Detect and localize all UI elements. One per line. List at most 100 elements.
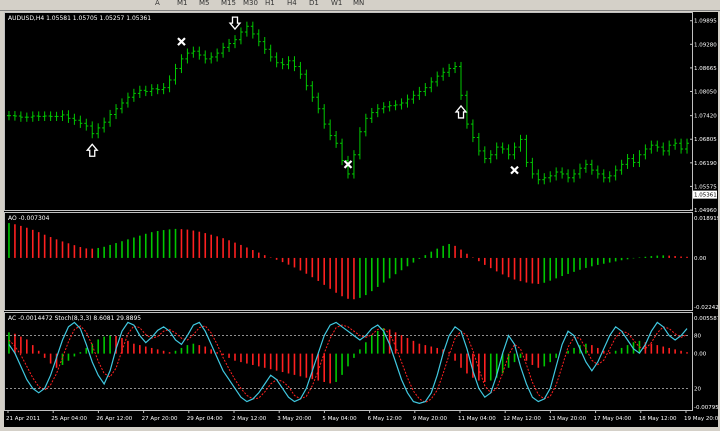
price-bar — [577, 163, 582, 179]
chart-window[interactable]: AUDUSD,H4 1.05581 1.05705 1.05257 1.0536… — [4, 12, 720, 427]
price-bar — [322, 104, 327, 129]
time-label: 3 May 20:00 — [277, 416, 312, 422]
price-bar — [453, 61, 458, 74]
price-bar — [149, 84, 154, 97]
price-bar — [262, 37, 267, 54]
sell-arrow-icon — [228, 16, 242, 31]
price-bar — [340, 138, 345, 166]
price-label: 1.04960 — [694, 208, 717, 214]
price-bar — [72, 113, 77, 125]
price-bar — [102, 117, 107, 133]
price-bar — [506, 144, 511, 160]
price-bar — [24, 112, 29, 122]
ao-scale: 0.018919 0.00 -0.022424 — [694, 216, 720, 311]
price-bar — [363, 113, 368, 137]
price-bar — [6, 111, 11, 121]
ac-histogram — [8, 328, 688, 384]
time-label: 26 Apr 12:00 — [96, 416, 132, 422]
price-bar — [613, 165, 618, 181]
price-bar — [417, 86, 422, 100]
price-bar — [268, 44, 273, 62]
price-bar — [459, 61, 464, 100]
price-bar — [482, 146, 487, 164]
price-bar — [167, 75, 172, 93]
price-bar — [554, 167, 559, 181]
price-bar — [679, 138, 684, 154]
timeframe-button[interactable]: MN — [353, 0, 364, 7]
timeframe-button[interactable]: M5 — [199, 0, 210, 7]
price-bar — [548, 171, 553, 183]
price-bar — [244, 21, 249, 37]
price-label: 1.05575 — [694, 184, 717, 190]
price-bar — [48, 111, 53, 122]
price-bar — [30, 111, 35, 122]
current-price-label: 1.05361 — [694, 193, 717, 199]
price-bar — [518, 134, 523, 152]
timeframe-button[interactable]: M30 — [243, 0, 258, 7]
price-bar — [173, 63, 178, 85]
ao-panel-header: AO -0.007304 — [8, 215, 50, 222]
price-bar — [328, 119, 333, 141]
price-bar — [625, 154, 630, 169]
time-label: 17 May 04:00 — [594, 416, 632, 422]
timeframe-button[interactable]: W1 — [331, 0, 342, 7]
price-bar — [381, 102, 386, 114]
price-bar — [447, 63, 452, 77]
price-label: 1.07420 — [694, 114, 717, 120]
price-bar — [54, 111, 59, 122]
timeframe-button[interactable]: H1 — [265, 0, 275, 7]
buy-arrow-icon — [454, 104, 468, 119]
time-label: 6 May 12:00 — [368, 416, 403, 422]
price-bar — [143, 85, 148, 97]
price-bar — [512, 142, 517, 160]
ac-scale-label: 0.00 — [694, 352, 707, 358]
price-bar — [607, 171, 612, 183]
timeframe-button[interactable]: A — [155, 0, 160, 7]
price-bar — [369, 107, 374, 123]
timeframe-button[interactable]: M1 — [177, 0, 188, 7]
price-bar — [292, 56, 297, 72]
price-bar — [601, 169, 606, 183]
price-label: 1.08665 — [694, 66, 717, 72]
price-bar — [685, 138, 690, 154]
price-label: 1.09895 — [694, 19, 717, 25]
price-bar — [566, 169, 571, 183]
price-bar — [137, 85, 142, 98]
timeframe-button[interactable]: M15 — [221, 0, 236, 7]
price-bar — [500, 142, 505, 154]
price-bar — [595, 165, 600, 179]
price-bar — [530, 157, 535, 179]
price-bar — [387, 101, 392, 112]
time-label: 13 May 20:00 — [548, 416, 586, 422]
price-bar — [238, 27, 243, 45]
price-bar — [191, 46, 196, 58]
exit-cross-icon — [510, 165, 519, 175]
price-bar — [197, 46, 202, 60]
price-bar — [399, 98, 404, 110]
price-label: 1.09280 — [694, 42, 717, 48]
main-panel-header: AUDUSD,H4 1.05581 1.05705 1.05257 1.0536… — [8, 15, 151, 22]
price-bar — [179, 54, 184, 74]
price-bar — [411, 90, 416, 104]
price-bar — [375, 104, 380, 118]
timeframe-button[interactable]: H4 — [287, 0, 297, 7]
price-bar — [227, 38, 232, 52]
price-bar — [405, 94, 410, 108]
price-bar — [42, 111, 47, 122]
price-label: 1.06805 — [694, 137, 717, 143]
price-bar — [673, 138, 678, 150]
price-bar — [357, 127, 362, 160]
price-bar — [435, 71, 440, 87]
price-bar — [298, 61, 303, 79]
price-bar — [36, 111, 41, 122]
price-bar — [441, 67, 446, 81]
price-bar — [637, 150, 642, 168]
timeframe-button[interactable]: D1 — [309, 0, 319, 7]
price-bar — [108, 109, 113, 127]
chart-canvas[interactable]: AUDUSD,H4 1.05581 1.05705 1.05257 1.0536… — [4, 12, 720, 427]
price-bar — [393, 100, 398, 111]
time-axis: 21 Apr 2011 25 Apr 04:00 26 Apr 12:00 27 Ap… — [6, 410, 720, 422]
price-bar — [476, 132, 481, 156]
toolbar: A M1 M5 M15 M30 H1 H4 D1 W1 MN — [0, 0, 720, 11]
price-bar — [256, 29, 261, 47]
